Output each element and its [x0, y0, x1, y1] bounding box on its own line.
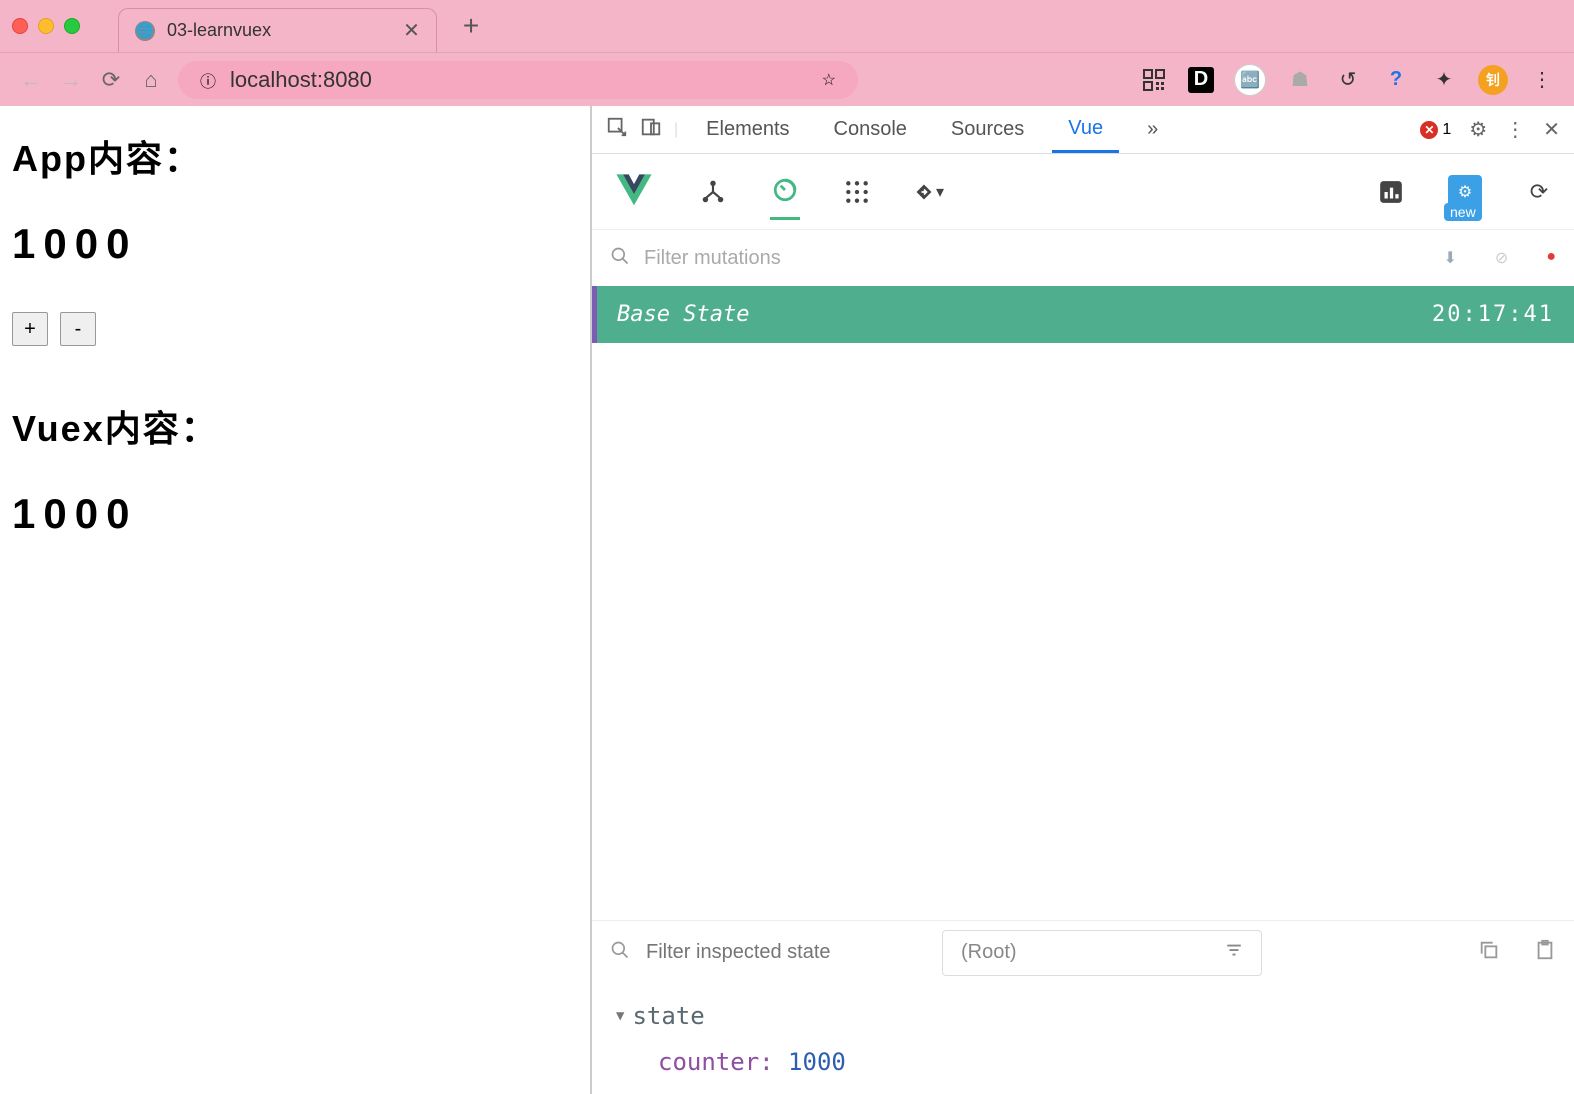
- state-property[interactable]: counter: 1000: [658, 1048, 1550, 1076]
- mutations-filter-bar: ⬇ ⊘ ●: [592, 230, 1574, 286]
- vuex-counter-value: 1000: [12, 490, 578, 538]
- url-text: localhost:8080: [230, 67, 372, 93]
- filter-state-input[interactable]: [646, 941, 926, 964]
- tab-bar: 🌐 03-learnvuex ✕ +: [0, 0, 1574, 52]
- module-select[interactable]: (Root): [942, 930, 1262, 976]
- state-root-label: state: [632, 1002, 704, 1030]
- devtools-close-icon[interactable]: ✕: [1543, 117, 1560, 142]
- extension-icons: D 🔤 ☗ ↺ ? ✦ 钊 ⋮: [1140, 64, 1556, 96]
- extensions-icon[interactable]: ✦: [1430, 66, 1458, 94]
- window-controls: [12, 18, 80, 34]
- download-icon[interactable]: ⬇: [1444, 248, 1457, 268]
- device-toggle-icon[interactable]: [640, 116, 662, 144]
- back-button[interactable]: ←: [18, 67, 44, 93]
- tab-console[interactable]: Console: [818, 108, 923, 151]
- maximize-window-button[interactable]: [64, 18, 80, 34]
- state-property-value: 1000: [788, 1048, 846, 1076]
- devtools-settings-icon[interactable]: ⚙: [1469, 117, 1487, 142]
- bookmark-icon[interactable]: ☆: [822, 70, 836, 90]
- mutation-item-base-state[interactable]: Base State 20:17:41: [592, 286, 1574, 343]
- error-count: 1: [1442, 121, 1451, 139]
- clipboard-icon[interactable]: [1534, 939, 1556, 966]
- help-icon[interactable]: ?: [1382, 66, 1410, 94]
- vue-logo-icon: [612, 170, 656, 214]
- app-counter-value: 1000: [12, 220, 578, 268]
- decrement-button[interactable]: -: [60, 312, 96, 346]
- shield-icon[interactable]: ☗: [1286, 66, 1314, 94]
- state-filter-bar: (Root): [592, 920, 1574, 984]
- module-select-label: (Root): [961, 941, 1017, 964]
- qrcode-icon[interactable]: [1140, 66, 1168, 94]
- reload-button[interactable]: ⟳: [98, 67, 124, 93]
- extension-d-icon[interactable]: D: [1188, 67, 1214, 93]
- translate-icon[interactable]: 🔤: [1234, 64, 1266, 96]
- collapse-triangle-icon[interactable]: ▼: [616, 1008, 624, 1024]
- events-tab-icon[interactable]: [842, 177, 872, 207]
- vuex-tab-icon[interactable]: [770, 190, 800, 220]
- performance-tab-icon[interactable]: [1376, 177, 1406, 207]
- record-icon[interactable]: ●: [1546, 248, 1556, 268]
- globe-icon: 🌐: [135, 21, 155, 41]
- browser-tab[interactable]: 🌐 03-learnvuex ✕: [118, 8, 437, 52]
- search-icon: [610, 940, 630, 965]
- home-button[interactable]: ⌂: [138, 67, 164, 93]
- state-property-name: counter:: [658, 1048, 774, 1076]
- clear-icon[interactable]: ⊘: [1495, 248, 1508, 268]
- inspect-element-icon[interactable]: [606, 116, 628, 144]
- tab-sources[interactable]: Sources: [935, 108, 1040, 151]
- mutation-list: Base State 20:17:41: [592, 286, 1574, 536]
- devtools-tabs: | Elements Console Sources Vue » ✕ 1 ⚙ ⋮…: [592, 106, 1574, 154]
- mutation-label: Base State: [617, 302, 749, 327]
- site-info-icon[interactable]: ⓘ: [200, 68, 216, 92]
- devtools-menu-icon[interactable]: ⋮: [1505, 117, 1525, 142]
- history-icon[interactable]: ↺: [1334, 66, 1362, 94]
- minimize-window-button[interactable]: [38, 18, 54, 34]
- filter-mutations-input[interactable]: [644, 247, 1430, 270]
- new-badge: new: [1444, 203, 1482, 221]
- search-icon: [610, 246, 630, 271]
- profile-avatar[interactable]: 钊: [1478, 65, 1508, 95]
- tab-overflow[interactable]: »: [1131, 108, 1174, 151]
- refresh-icon[interactable]: ⟳: [1524, 177, 1554, 207]
- vuex-heading: Vuex内容：: [12, 400, 578, 452]
- app-heading: App内容：: [12, 130, 578, 182]
- browser-chrome: 🌐 03-learnvuex ✕ + ← → ⟳ ⌂ ⓘ localhost:8…: [0, 0, 1574, 106]
- copy-icon[interactable]: [1478, 939, 1500, 966]
- tab-vue[interactable]: Vue: [1052, 107, 1119, 153]
- page-viewport: App内容： 1000 + - Vuex内容： 1000: [0, 106, 590, 1094]
- new-tab-button[interactable]: +: [463, 10, 479, 42]
- address-bar[interactable]: ⓘ localhost:8080 ☆: [178, 61, 858, 99]
- counter-controls: + -: [12, 312, 578, 346]
- state-root-node[interactable]: ▼ state: [616, 1002, 1550, 1030]
- increment-button[interactable]: +: [12, 312, 48, 346]
- mutation-time: 20:17:41: [1432, 302, 1554, 327]
- tab-elements[interactable]: Elements: [690, 108, 805, 151]
- tab-title: 03-learnvuex: [167, 20, 271, 41]
- filter-list-icon: [1225, 941, 1243, 965]
- error-icon: ✕: [1420, 121, 1438, 139]
- toolbar: ← → ⟳ ⌂ ⓘ localhost:8080 ☆ D 🔤 ☗ ↺ ? ✦ 钊…: [0, 52, 1574, 106]
- close-tab-icon[interactable]: ✕: [403, 18, 420, 43]
- components-tab-icon[interactable]: [698, 177, 728, 207]
- forward-button[interactable]: →: [58, 67, 84, 93]
- main-area: App内容： 1000 + - Vuex内容： 1000 | Elements …: [0, 106, 1574, 1094]
- close-window-button[interactable]: [12, 18, 28, 34]
- devtools-panel: | Elements Console Sources Vue » ✕ 1 ⚙ ⋮…: [590, 106, 1574, 1094]
- vue-settings-icon[interactable]: ⚙ new: [1448, 175, 1482, 209]
- vue-devtools-toolbar: ▾ ⚙ new ⟳: [592, 154, 1574, 230]
- menu-icon[interactable]: ⋮: [1528, 66, 1556, 94]
- error-indicator[interactable]: ✕ 1: [1420, 121, 1451, 139]
- routing-tab-icon[interactable]: ▾: [914, 177, 944, 207]
- state-tree: ▼ state counter: 1000: [592, 984, 1574, 1094]
